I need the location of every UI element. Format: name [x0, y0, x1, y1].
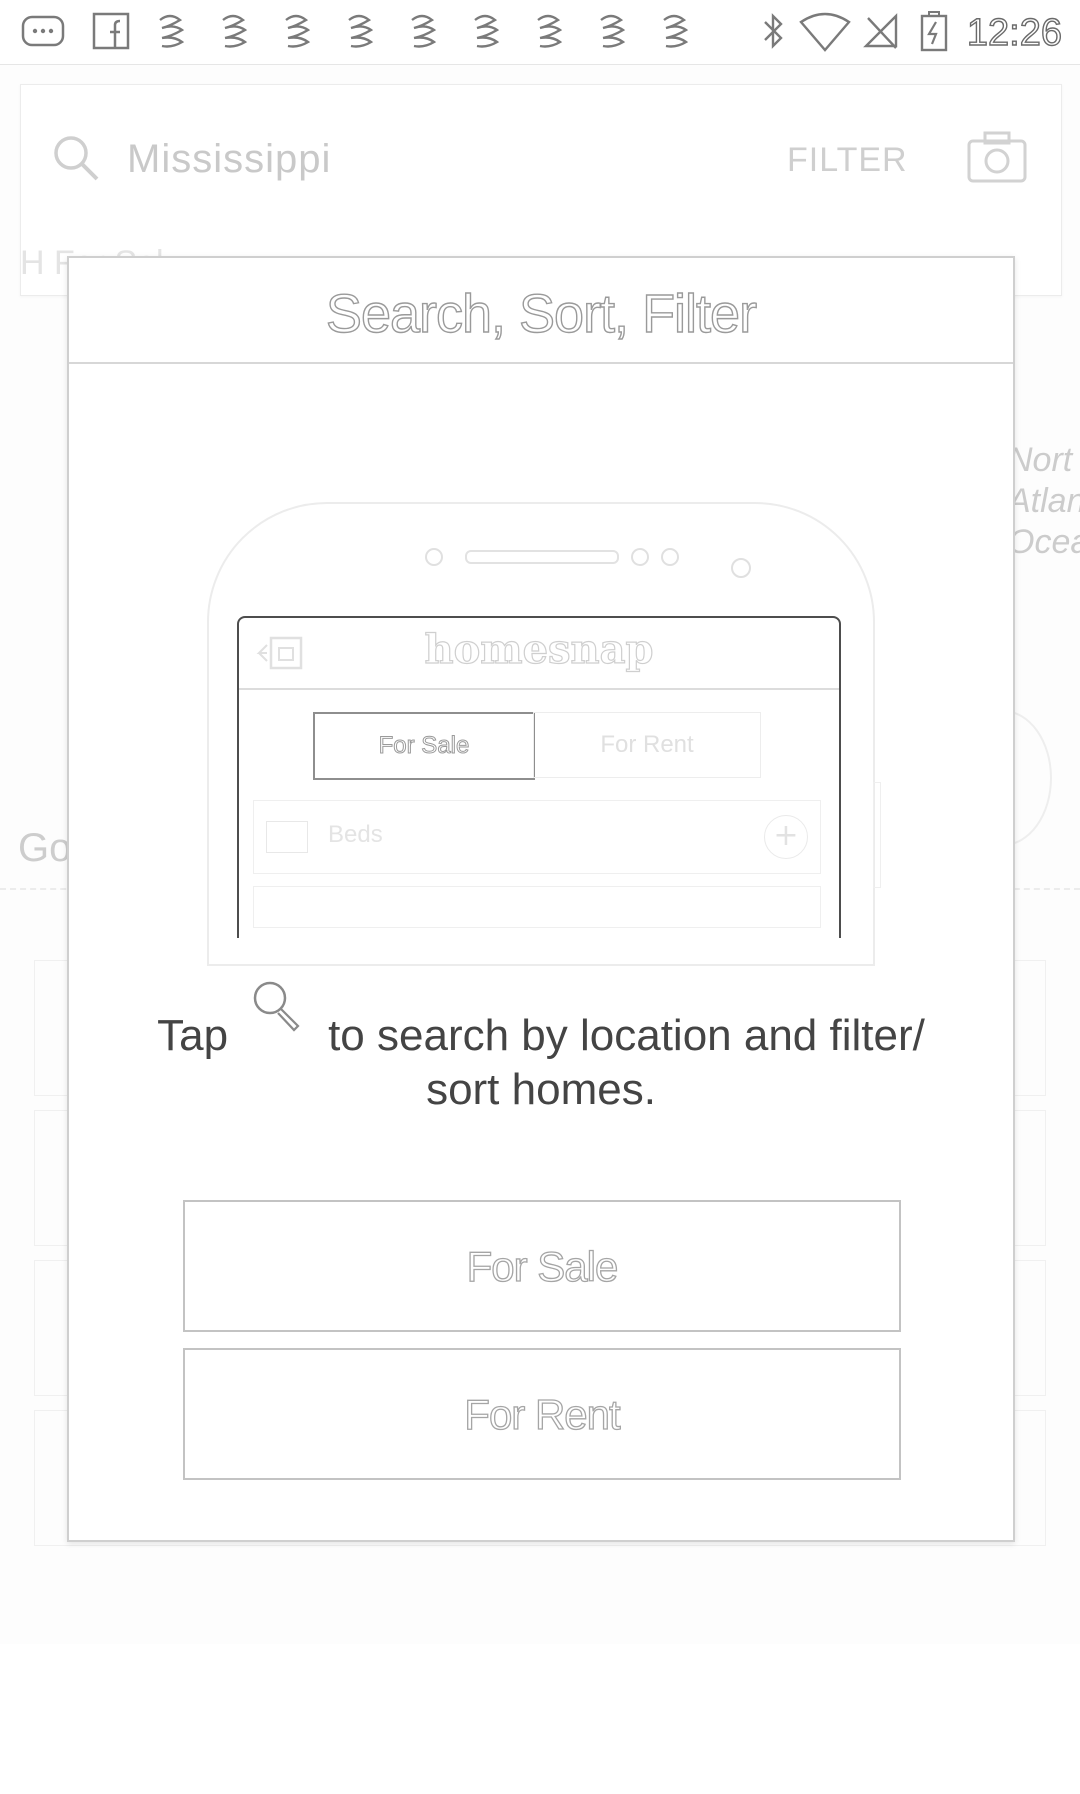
instruction-suffix: to search by location and filter/ — [328, 1011, 925, 1060]
plus-icon: + — [764, 815, 808, 859]
notification-icon — [528, 10, 574, 52]
illustration-beds-label: Beds — [328, 821, 383, 848]
notification-icon — [276, 10, 322, 52]
notification-icon — [591, 10, 637, 52]
app-screen: 12:26 Mississippi FILTER H For Sal Nort … — [0, 0, 1080, 1794]
status-bar: 12:26 — [0, 0, 1080, 65]
notification-icon — [213, 10, 259, 52]
bottom-area — [0, 1644, 1080, 1794]
tutorial-dialog: Search, Sort, Filter homesnap For Sale F… — [67, 256, 1015, 1542]
phone-camera — [731, 558, 751, 578]
bluetooth-icon — [750, 10, 796, 52]
illustration-tab-rent: For Rent — [533, 712, 761, 778]
more-icon — [20, 10, 66, 52]
notification-icon — [402, 10, 448, 52]
notification-icon — [465, 10, 511, 52]
phone-side-button — [873, 782, 881, 888]
illustration-row — [253, 886, 821, 928]
dialog-title: Search, Sort, Filter — [69, 258, 1013, 364]
no-signal-icon — [858, 10, 904, 52]
wifi-icon — [798, 10, 852, 52]
phone-sensor — [661, 548, 679, 566]
clock: 12:26 — [966, 11, 1062, 54]
illustration-tab-sale: For Sale — [313, 712, 535, 780]
search-input[interactable]: Mississippi — [127, 137, 331, 182]
instruction-text: Tap to search by location and filter/ sor… — [109, 981, 973, 1117]
phone-sensor — [425, 548, 443, 566]
phone-speaker — [465, 550, 619, 564]
map-ocean-label: Nort Atlan Ocea — [1008, 441, 1080, 561]
instruction-line-1: Tap to search by location and filter/ — [109, 981, 973, 1063]
illustration-beds-row: Beds + — [253, 800, 821, 874]
battery-charging-icon — [912, 10, 958, 52]
camera-icon[interactable] — [965, 129, 1029, 185]
bed-icon — [266, 821, 308, 853]
phone-sensor — [631, 548, 649, 566]
phone-illustration: homesnap For Sale For Rent Beds + — [207, 502, 881, 966]
notification-icon — [654, 10, 700, 52]
for-rent-button[interactable]: For Rent — [183, 1348, 901, 1480]
filter-button[interactable]: FILTER — [787, 141, 908, 180]
phone-app-header: homesnap — [239, 618, 839, 690]
facebook-icon — [88, 10, 134, 52]
notification-icon — [339, 10, 385, 52]
for-sale-button[interactable]: For Sale — [183, 1200, 901, 1332]
homesnap-logo: homesnap — [424, 625, 654, 673]
instruction-prefix: Tap — [157, 1011, 229, 1060]
google-logo: Go — [18, 826, 72, 870]
notification-icon — [150, 10, 196, 52]
phone-screen: homesnap For Sale For Rent Beds + — [237, 616, 841, 938]
search-icon — [248, 976, 308, 1036]
search-icon[interactable] — [49, 131, 105, 187]
instruction-line-2: sort homes. — [426, 1065, 656, 1114]
